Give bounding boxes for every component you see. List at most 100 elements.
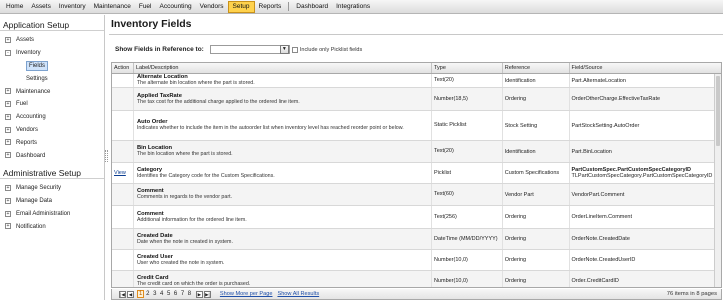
picklist-only-checkbox[interactable] (291, 46, 298, 53)
application-setup-heading: Application Setup (0, 15, 104, 31)
tree-item-accounting[interactable]: + Accounting (0, 111, 104, 124)
tree-label[interactable]: Accounting (16, 114, 46, 120)
tree-item-settings[interactable]: Settings (0, 72, 104, 85)
tree-label[interactable]: Inventory (16, 50, 41, 56)
table-row[interactable]: Created User User who created the note in… (112, 250, 721, 271)
table-row[interactable]: Auto Order Indicates whether to include t… (112, 111, 721, 141)
page-number-3[interactable]: 3 (151, 291, 158, 297)
nav-assets[interactable]: Assets (27, 1, 55, 13)
chevron-down-icon[interactable]: ▼ (279, 45, 289, 54)
tree-item-assets[interactable]: + Assets (0, 34, 104, 47)
table-row[interactable]: Applied TaxRate The tax cost for the addi… (112, 88, 721, 111)
show-all-results-link[interactable]: Show All Results (277, 291, 319, 297)
first-page-button[interactable]: |◀ (119, 290, 126, 298)
expand-icon[interactable]: + (5, 210, 11, 217)
administrative-setup-heading: Administrative Setup (0, 163, 104, 179)
tree-item-notification[interactable]: + Notification (0, 220, 104, 233)
column-header-action[interactable]: Action (112, 63, 134, 73)
previous-page-button[interactable]: ◀ (127, 290, 134, 298)
show-more-per-page-link[interactable]: Show More per Page (220, 291, 273, 297)
tree-label[interactable]: Maintenance (16, 89, 50, 95)
field-reference: Identification (504, 77, 536, 84)
tree-item-maintenance[interactable]: + Maintenance (0, 85, 104, 98)
page-number-6[interactable]: 6 (172, 291, 179, 297)
action-cell (112, 184, 134, 205)
expand-icon[interactable]: + (5, 152, 11, 159)
column-header-label[interactable]: Label/Description (134, 63, 432, 73)
expand-icon[interactable]: + (5, 223, 11, 230)
expand-icon[interactable]: + (5, 88, 11, 95)
tree-item-inventory[interactable]: - Inventory (0, 47, 104, 60)
expand-icon[interactable]: + (5, 100, 11, 107)
column-header-type[interactable]: Type (432, 63, 503, 73)
page-number-8[interactable]: 8 (186, 291, 193, 297)
tree-item-fields[interactable]: Fields (0, 60, 104, 73)
last-page-button[interactable]: ▶| (203, 290, 211, 298)
expand-icon[interactable]: + (5, 197, 11, 204)
tree-item-vendors[interactable]: + Vendors (0, 124, 104, 137)
filter-row: Show Fields in Reference to: ▼ Include o… (115, 45, 362, 54)
source-cell: Part.BinLocation (570, 141, 722, 162)
view-link[interactable]: View (114, 170, 126, 176)
expand-icon[interactable]: + (5, 139, 11, 146)
grid-scrollbar[interactable] (714, 74, 721, 287)
picklist-only-label[interactable]: Include only Picklist fields (300, 47, 362, 53)
table-row[interactable]: Alternate Location The alternate bin loca… (112, 74, 721, 88)
action-cell (112, 111, 134, 140)
expand-icon[interactable]: + (5, 113, 11, 120)
label-description-cell: Comment Comments in regards to the vendor… (134, 184, 432, 205)
tree-label[interactable]: Vendors (16, 127, 38, 133)
tree-item-reports[interactable]: + Reports (0, 136, 104, 149)
tree-label[interactable]: Assets (16, 37, 34, 43)
tree-label[interactable]: Fields (26, 60, 49, 71)
expand-icon[interactable]: + (5, 37, 11, 43)
table-row[interactable]: View Category Identifies the Category code… (112, 163, 721, 184)
tree-label[interactable]: Settings (26, 76, 48, 82)
tree-label[interactable]: Manage Security (16, 185, 61, 191)
tree-item-email-administration[interactable]: + Email Administration (0, 208, 104, 221)
nav-vendors[interactable]: Vendors (196, 1, 228, 13)
column-header-source[interactable]: Field/Source (570, 63, 722, 73)
page-number-4[interactable]: 4 (158, 291, 165, 297)
tree-label[interactable]: Manage Data (16, 198, 52, 204)
field-type: Text(20) (433, 148, 454, 155)
page-number-2[interactable]: 2 (144, 291, 151, 297)
scrollbar-thumb[interactable] (716, 76, 720, 146)
table-row[interactable]: Credit Card The credit card on which the … (112, 271, 721, 287)
tree-label[interactable]: Email Administration (16, 211, 70, 217)
nav-reports[interactable]: Reports (255, 1, 286, 13)
nav-maintenance[interactable]: Maintenance (90, 1, 135, 13)
nav-home[interactable]: Home (2, 1, 27, 13)
tree-label[interactable]: Notification (16, 224, 46, 230)
tree-label[interactable]: Reports (16, 140, 37, 146)
table-row[interactable]: Created Date Date when the note in create… (112, 229, 721, 250)
nav-integrations[interactable]: Integrations (332, 1, 374, 13)
page-number-5[interactable]: 5 (165, 291, 172, 297)
nav-dashboard[interactable]: Dashboard (292, 1, 332, 13)
expand-icon[interactable]: + (5, 184, 11, 191)
page-number-1[interactable]: 1 (137, 290, 145, 298)
column-header-reference[interactable]: Reference (503, 63, 570, 73)
field-type: DateTime (MM/DD/YYYY) (433, 235, 498, 242)
table-row[interactable]: Bin Location The bin location where the p… (112, 141, 721, 163)
field-description: The credit card on which the order is pu… (136, 280, 251, 287)
expand-icon[interactable]: + (5, 126, 11, 133)
table-row[interactable]: Comment Additional information for the or… (112, 206, 721, 229)
tree-item-manage-security[interactable]: + Manage Security (0, 182, 104, 195)
field-source: Order.CreditCardID (571, 278, 619, 284)
tree-label[interactable]: Fuel (16, 101, 28, 107)
tree-label[interactable]: Dashboard (16, 153, 45, 159)
collapse-icon[interactable]: - (5, 49, 11, 56)
nav-fuel[interactable]: Fuel (135, 1, 156, 13)
nav-accounting[interactable]: Accounting (156, 1, 196, 13)
sidebar-splitter-handle[interactable] (105, 150, 108, 162)
nav-setup[interactable]: Setup (227, 0, 255, 13)
tree-item-dashboard[interactable]: + Dashboard (0, 149, 104, 162)
page-number-7[interactable]: 7 (179, 291, 186, 297)
nav-inventory[interactable]: Inventory (55, 1, 90, 13)
table-row[interactable]: Comment Comments in regards to the vendor… (112, 184, 721, 206)
tree-item-manage-data[interactable]: + Manage Data (0, 195, 104, 208)
next-page-button[interactable]: ▶ (195, 290, 203, 298)
reference-filter-dropdown[interactable]: ▼ (209, 45, 290, 54)
tree-item-fuel[interactable]: + Fuel (0, 98, 104, 111)
